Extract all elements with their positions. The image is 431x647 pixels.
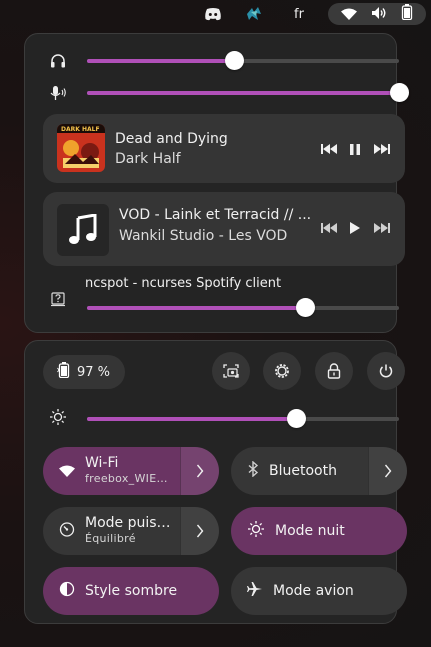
- quick-settings-panel: 97 % Wi-Fi freebox_WIE… Bluetooth Mode p…: [24, 340, 407, 624]
- power-button[interactable]: [367, 352, 405, 390]
- media-title: VOD - Laink et Terracid // ...: [119, 207, 312, 223]
- power-mode-gauge-icon: [59, 521, 75, 541]
- night-light-icon: [247, 520, 265, 542]
- next-track-button[interactable]: [373, 140, 391, 158]
- input-volume-fill: [87, 91, 399, 95]
- battery-icon: [57, 362, 71, 382]
- play-button[interactable]: [346, 219, 364, 237]
- brightness-icon: [48, 407, 68, 427]
- power-mode-value: Équilibré: [85, 532, 136, 545]
- input-volume-knob[interactable]: [390, 83, 409, 102]
- bluetooth-menu-arrow[interactable]: [368, 447, 407, 495]
- microphone-icon[interactable]: [48, 83, 68, 103]
- power-mode-menu-arrow[interactable]: [180, 507, 219, 555]
- battery-icon: [401, 4, 413, 24]
- media-title: Dead and Dying: [115, 131, 228, 147]
- lock-screen-button[interactable]: [315, 352, 353, 390]
- audio-media-panel: DARK HALF Dead and Dying Dark Half VOD -…: [24, 33, 409, 333]
- power-mode-tile[interactable]: Mode puis… Équilibré: [43, 507, 219, 555]
- volume-icon: [371, 5, 387, 24]
- wifi-icon: [341, 5, 357, 24]
- wifi-toggle-tile[interactable]: Wi-Fi freebox_WIE…: [43, 447, 219, 495]
- dark-style-tile[interactable]: Style sombre: [43, 567, 219, 615]
- previous-track-button[interactable]: [320, 140, 338, 158]
- bluetooth-icon: [247, 460, 259, 481]
- wifi-network-name: freebox_WIE…: [85, 472, 168, 485]
- top-bar: fr: [0, 0, 431, 28]
- media-artist: Dark Half: [115, 151, 181, 167]
- wifi-icon: [59, 462, 75, 481]
- airplane-icon: [247, 581, 263, 601]
- brightness-slider[interactable]: [87, 409, 399, 428]
- night-mode-tile-title: Mode nuit: [275, 523, 345, 539]
- brightness-knob[interactable]: [287, 409, 307, 428]
- output-volume-knob[interactable]: [224, 51, 244, 70]
- dark-style-tile-title: Style sombre: [85, 583, 178, 599]
- pause-button[interactable]: [346, 140, 364, 158]
- next-track-button[interactable]: [373, 219, 391, 237]
- headphones-icon[interactable]: [48, 51, 68, 71]
- bluetooth-tile-title: Bluetooth: [269, 463, 337, 479]
- media-player-card[interactable]: VOD - Laink et Terracid // ... Wankil St…: [43, 192, 405, 266]
- app-unknown-icon: [48, 289, 68, 309]
- media-artist: Wankil Studio - Les VOD: [119, 228, 288, 244]
- album-cover-text: DARK HALF: [61, 126, 100, 133]
- app-volume-knob[interactable]: [296, 298, 316, 317]
- battery-status-button[interactable]: 97 %: [43, 355, 125, 389]
- media-player-card[interactable]: DARK HALF Dead and Dying Dark Half: [43, 114, 405, 183]
- output-volume-slider[interactable]: [87, 51, 399, 70]
- output-volume-fill: [87, 59, 234, 63]
- album-cover: DARK HALF: [57, 124, 105, 172]
- power-mode-tile-title: Mode puis…: [85, 515, 171, 531]
- airplane-mode-tile-title: Mode avion: [273, 583, 354, 599]
- app-volume-slider[interactable]: [87, 298, 399, 317]
- music-note-icon: [57, 204, 109, 256]
- night-mode-tile[interactable]: Mode nuit: [231, 507, 407, 555]
- app-volume-label: ncspot - ncurses Spotify client: [85, 276, 282, 291]
- airplane-mode-tile[interactable]: Mode avion: [231, 567, 407, 615]
- previous-track-button[interactable]: [320, 219, 338, 237]
- keyboard-layout-indicator[interactable]: fr: [289, 4, 309, 24]
- brightness-fill: [87, 417, 297, 421]
- discord-icon[interactable]: [202, 4, 224, 24]
- battery-percentage: 97 %: [77, 364, 111, 380]
- wifi-menu-arrow[interactable]: [180, 447, 219, 495]
- bluetooth-toggle-tile[interactable]: Bluetooth: [231, 447, 407, 495]
- screenshot-button[interactable]: [212, 352, 250, 390]
- wifi-tile-title: Wi-Fi: [85, 455, 119, 471]
- settings-gear-icon[interactable]: [263, 352, 301, 390]
- system-status-menu[interactable]: [328, 3, 426, 25]
- dark-style-icon: [59, 581, 75, 601]
- input-volume-slider[interactable]: [87, 83, 409, 102]
- app-tray-icon[interactable]: [243, 4, 265, 24]
- app-volume-fill: [87, 306, 306, 310]
